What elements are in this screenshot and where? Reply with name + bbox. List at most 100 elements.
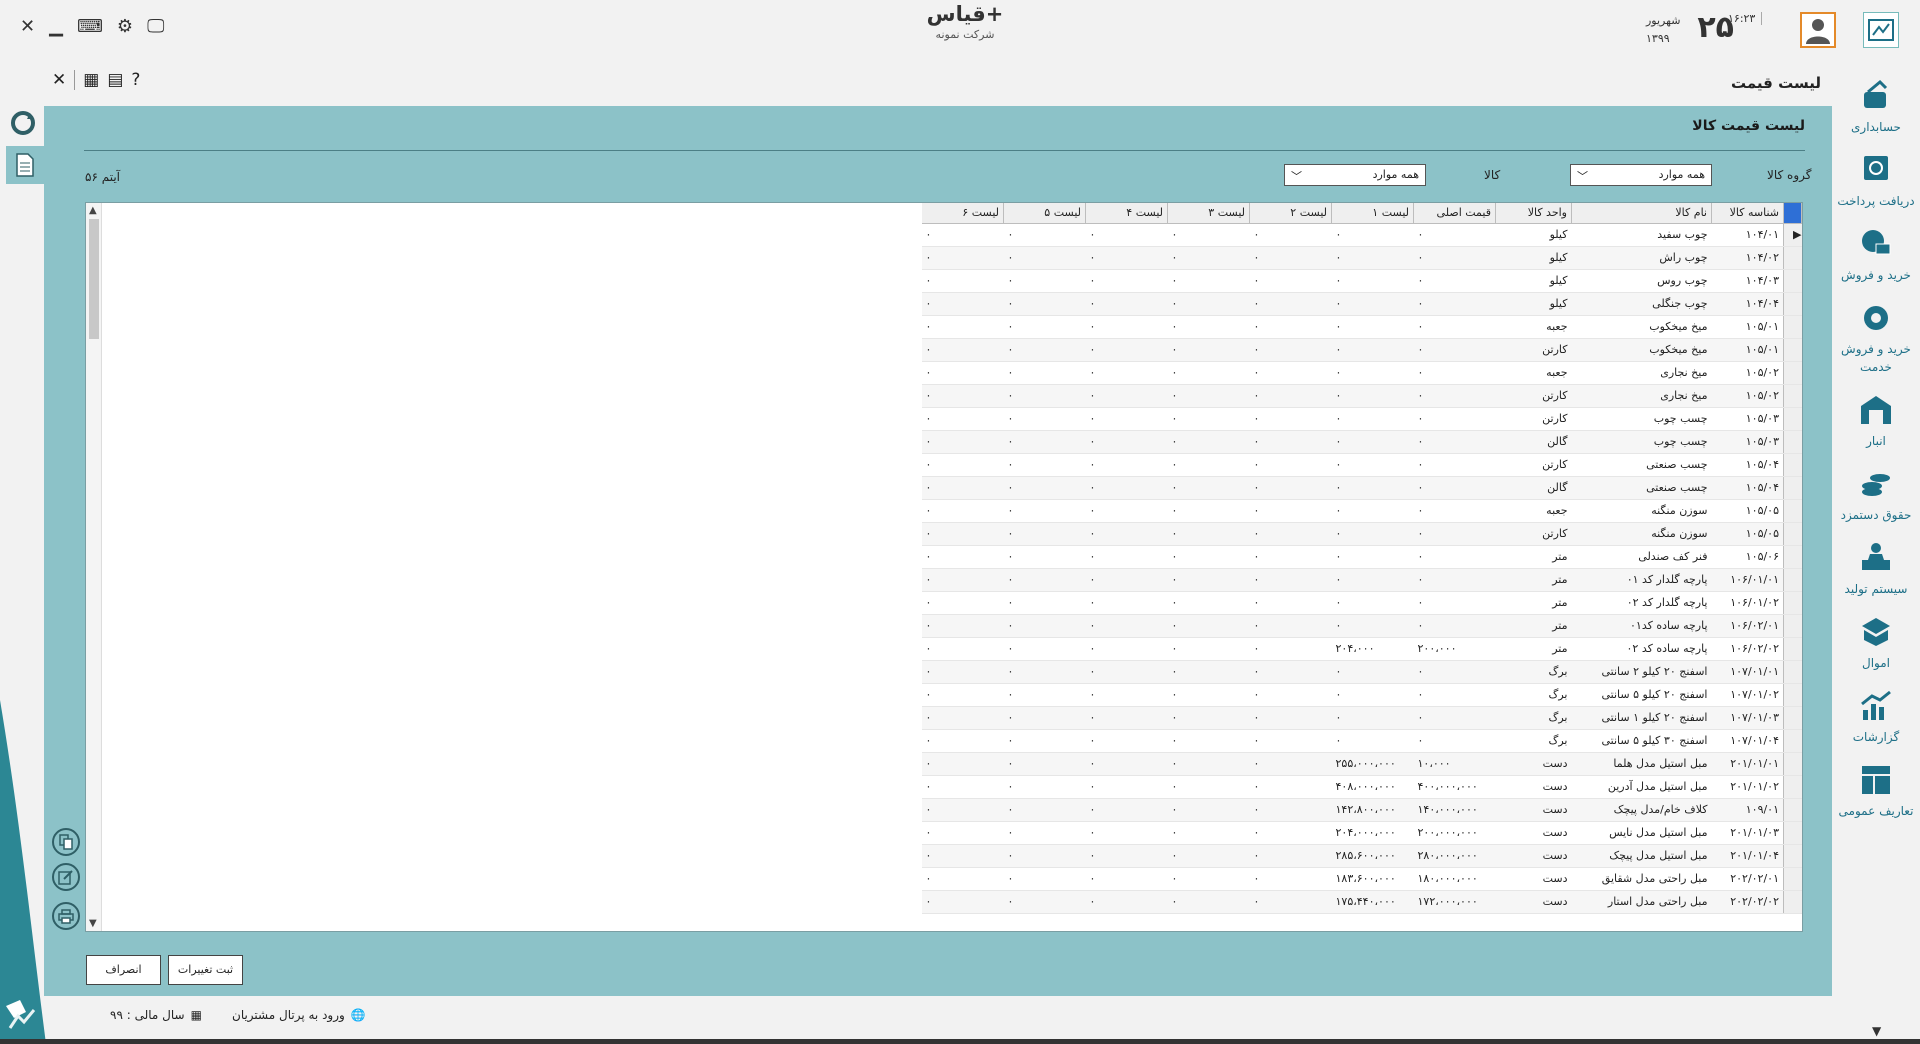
document-tab[interactable] <box>6 146 44 184</box>
table-cell[interactable]: ۰ <box>1003 269 1086 293</box>
row-header[interactable] <box>1783 499 1802 523</box>
keyboard-icon[interactable]: ⌨ <box>77 16 103 37</box>
table-cell[interactable]: ۰ <box>1003 821 1086 845</box>
table-row[interactable]: ۱۰۶/۰۲/۰۲ پارچه ساده کد ۰۲ متر ۲۰۰،۰۰۰ ۲۰۴،۰… <box>921 637 1802 661</box>
table-cell[interactable]: ۰ <box>921 522 1004 546</box>
table-cell[interactable]: برگ <box>1495 683 1572 707</box>
table-cell[interactable]: ۱۰۶/۰۱/۰۲ <box>1711 591 1784 615</box>
row-header[interactable] <box>1783 683 1802 707</box>
table-cell[interactable]: ۰ <box>1249 384 1332 408</box>
table-cell[interactable]: ۰ <box>1085 338 1168 362</box>
table-cell[interactable]: ۰ <box>1085 752 1168 776</box>
table-cell[interactable]: ۰ <box>1167 660 1250 684</box>
table-row[interactable]: ۱۰۶/۰۱/۰۱ پارچه گلدار کد ۰۱ متر ۰ ۰ ۰ ۰ ۰ ۰ ۰ <box>921 568 1802 592</box>
table-cell[interactable]: ۰ <box>1003 223 1086 247</box>
table-cell[interactable]: ۰ <box>1167 430 1250 454</box>
table-cell[interactable]: کارتن <box>1495 338 1572 362</box>
print-button[interactable] <box>52 902 80 930</box>
table-cell[interactable]: کارتن <box>1495 407 1572 431</box>
table-cell[interactable]: ۲۵۵،۰۰۰،۰۰۰ <box>1331 752 1414 776</box>
sidebar-item-assets[interactable]: اموال <box>1832 614 1920 672</box>
sidebar-item-reports[interactable]: گزارشات <box>1832 688 1920 746</box>
table-cell[interactable]: ۰ <box>1249 867 1332 891</box>
table-cell[interactable]: ۰ <box>1249 568 1332 592</box>
table-cell[interactable]: ۰ <box>1249 729 1332 753</box>
table-cell[interactable]: ۰ <box>921 706 1004 730</box>
table-cell[interactable]: ۰ <box>921 453 1004 477</box>
column-header[interactable]: واحد کالا <box>1495 203 1572 224</box>
table-cell[interactable]: ۰ <box>921 499 1004 523</box>
table-cell[interactable]: ۰ <box>1003 315 1086 339</box>
table-row[interactable]: ۱۰۵/۰۴ چسب صنعتی گالن ۰ ۰ ۰ ۰ ۰ ۰ ۰ <box>921 476 1802 500</box>
item-select[interactable]: همه موارد ﹀ <box>1284 164 1426 186</box>
row-header[interactable] <box>1783 867 1802 891</box>
table-cell[interactable]: کارتن <box>1495 384 1572 408</box>
table-cell[interactable]: ۰ <box>921 545 1004 569</box>
table-cell[interactable]: ۰ <box>921 246 1004 270</box>
table-row[interactable]: ۱۰۵/۰۳ چسب چوب گالن ۰ ۰ ۰ ۰ ۰ ۰ ۰ <box>921 430 1802 454</box>
table-cell[interactable]: ۰ <box>921 292 1004 316</box>
table-cell[interactable]: ۰ <box>1331 683 1414 707</box>
table-cell[interactable]: ۲۰۲/۰۲/۰۱ <box>1711 867 1784 891</box>
table-cell[interactable]: متر <box>1495 568 1572 592</box>
table-cell[interactable]: ۰ <box>1003 752 1086 776</box>
table-cell[interactable]: ۰ <box>1003 614 1086 638</box>
table-cell[interactable]: ۰ <box>1003 775 1086 799</box>
table-cell[interactable]: ۰ <box>921 821 1004 845</box>
table-cell[interactable]: دست <box>1495 775 1572 799</box>
row-header[interactable] <box>1783 361 1802 385</box>
table-cell[interactable]: ۰ <box>1085 614 1168 638</box>
table-cell[interactable]: ۰ <box>1003 591 1086 615</box>
table-cell[interactable]: ۰ <box>1085 637 1168 661</box>
table-cell[interactable]: ۰ <box>1331 338 1414 362</box>
table-cell[interactable]: ۰ <box>921 867 1004 891</box>
table-cell[interactable]: ۲۰۴،۰۰۰،۰۰۰ <box>1331 821 1414 845</box>
row-header[interactable] <box>1783 522 1802 546</box>
table-cell[interactable]: ۰ <box>1413 706 1496 730</box>
table-cell[interactable]: ۰ <box>1167 683 1250 707</box>
table-cell[interactable]: ۱۰۵/۰۳ <box>1711 407 1784 431</box>
table-cell[interactable]: ۰ <box>1331 591 1414 615</box>
table-row[interactable]: ۱۰۵/۰۲ میخ نجاری کارتن ۰ ۰ ۰ ۰ ۰ ۰ ۰ <box>921 384 1802 408</box>
table-row[interactable]: ۲۰۲/۰۲/۰۲ مبل راحتی مدل استار دست ۱۷۲،۰۰۰،۰… <box>921 890 1802 914</box>
table-cell[interactable]: ۰ <box>1085 591 1168 615</box>
table-cell[interactable]: ۱۸۰،۰۰۰،۰۰۰ <box>1413 867 1496 891</box>
table-cell[interactable]: ۰ <box>1003 499 1086 523</box>
table-cell[interactable]: ۰ <box>1167 223 1250 247</box>
table-cell[interactable]: ۰ <box>1085 315 1168 339</box>
column-header[interactable]: لیست ۱ <box>1331 203 1414 224</box>
table-cell[interactable]: ۰ <box>1167 729 1250 753</box>
table-cell[interactable]: میخ نجاری <box>1571 361 1712 385</box>
table-cell[interactable]: ۱۴۰،۰۰۰،۰۰۰ <box>1413 798 1496 822</box>
table-row[interactable]: ۱۰۵/۰۳ چسب چوب کارتن ۰ ۰ ۰ ۰ ۰ ۰ ۰ <box>921 407 1802 431</box>
help-icon[interactable]: ? <box>131 70 140 90</box>
table-cell[interactable]: ۴۰۰،۰۰۰،۰۰۰ <box>1413 775 1496 799</box>
table-cell[interactable]: ۲۸۵،۶۰۰،۰۰۰ <box>1331 844 1414 868</box>
table-cell[interactable]: ۰ <box>1249 361 1332 385</box>
table-cell[interactable]: ۰ <box>1249 223 1332 247</box>
table-cell[interactable]: ۰ <box>1249 821 1332 845</box>
table-cell[interactable]: ۰ <box>1249 430 1332 454</box>
table-cell[interactable]: ۰ <box>921 775 1004 799</box>
table-cell[interactable]: ۰ <box>1003 890 1086 914</box>
table-cell[interactable]: ۱۰۵/۰۶ <box>1711 545 1784 569</box>
table-row[interactable]: ۲۰۲/۰۲/۰۱ مبل راحتی مدل شقایق دست ۱۸۰،۰۰۰،۰… <box>921 867 1802 891</box>
table-cell[interactable]: ۰ <box>1249 315 1332 339</box>
table-cell[interactable]: ۰ <box>1085 407 1168 431</box>
table-cell[interactable]: گالن <box>1495 430 1572 454</box>
table-cell[interactable]: کیلو <box>1495 246 1572 270</box>
table-cell[interactable]: ۰ <box>1413 384 1496 408</box>
table-cell[interactable]: ۰ <box>1413 430 1496 454</box>
table-cell[interactable]: ۰ <box>1331 614 1414 638</box>
select-all-header[interactable] <box>1783 203 1802 224</box>
table-cell[interactable]: ۰ <box>921 683 1004 707</box>
table-cell[interactable]: دست <box>1495 752 1572 776</box>
table-cell[interactable]: ۰ <box>921 844 1004 868</box>
table-cell[interactable]: ۱۰۵/۰۵ <box>1711 499 1784 523</box>
table-cell[interactable]: ۰ <box>1003 637 1086 661</box>
table-cell[interactable]: سوزن منگنه <box>1571 522 1712 546</box>
scroll-thumb[interactable] <box>89 219 99 339</box>
table-cell[interactable]: ۰ <box>1085 844 1168 868</box>
group-select[interactable]: همه موارد ﹀ <box>1570 164 1712 186</box>
table-cell[interactable]: ۰ <box>1331 660 1414 684</box>
